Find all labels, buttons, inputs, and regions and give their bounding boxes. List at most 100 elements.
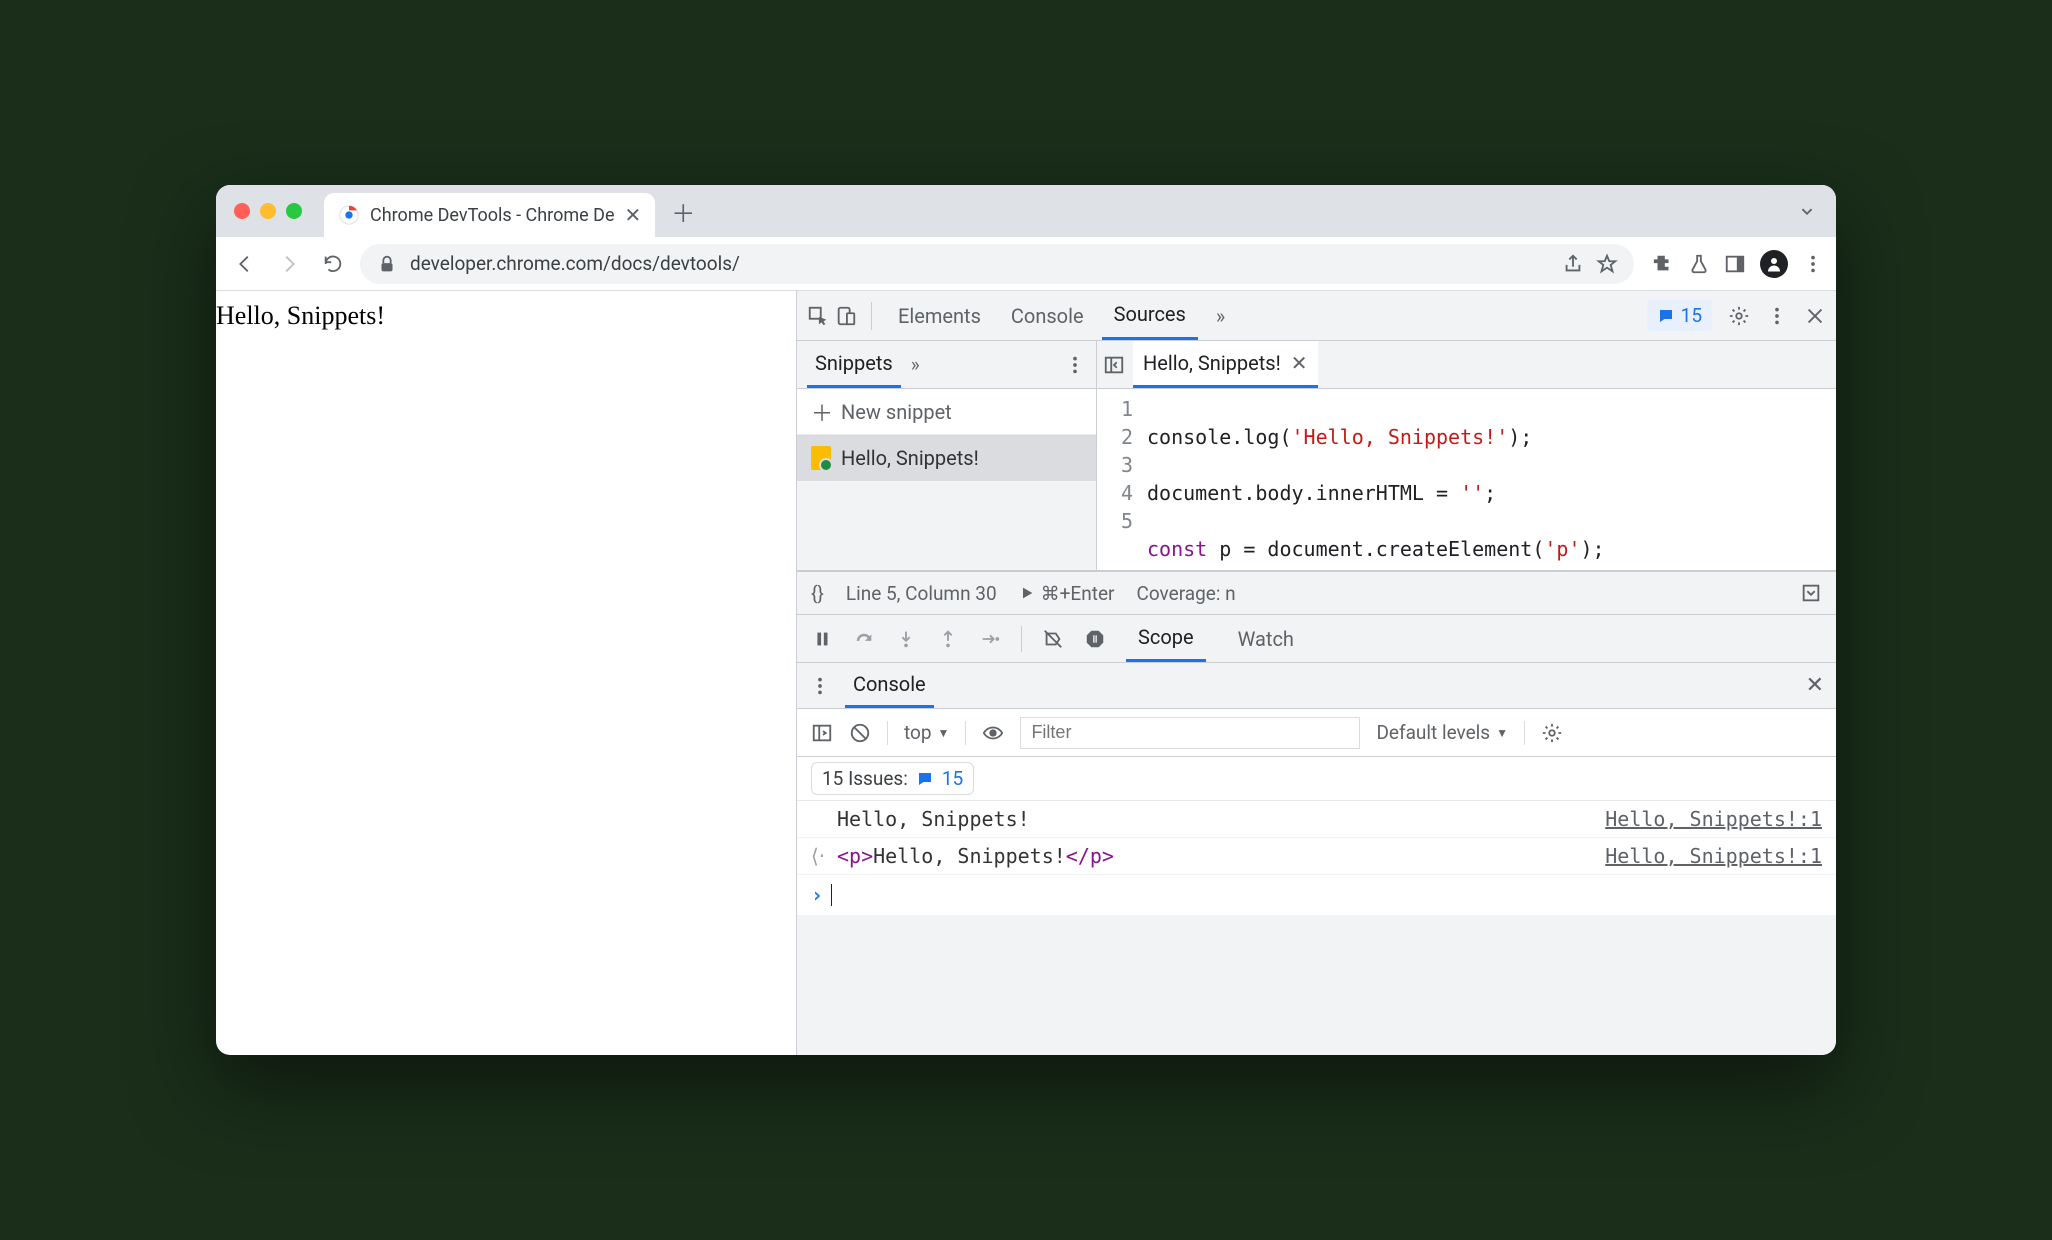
tab-sources[interactable]: Sources [1102,291,1198,340]
log-tag-open: <p> [837,844,873,868]
toggle-navigator-icon[interactable] [1103,354,1125,376]
share-icon[interactable] [1562,253,1584,275]
coverage-status[interactable]: Coverage: n [1136,582,1235,605]
clear-console-icon[interactable] [849,722,871,744]
devtools-tabbar: Elements Console Sources » 15 [797,291,1836,341]
reload-button[interactable] [316,247,350,281]
close-window-button[interactable] [234,203,250,219]
chat-icon [1657,307,1675,325]
navigator-tabs: Snippets » [797,341,1096,389]
console-filter-input[interactable] [1020,717,1360,749]
device-toggle-icon[interactable] [835,305,857,327]
deactivate-breakpoints-icon[interactable] [1042,628,1064,650]
forward-button[interactable] [272,247,306,281]
run-snippet-button[interactable]: ⌘+Enter [1019,582,1115,605]
rendered-page: Hello, Snippets! [216,291,796,1055]
settings-icon[interactable] [1728,305,1750,327]
navigator-overflow[interactable]: » [901,353,930,376]
step-out-icon[interactable] [937,628,959,650]
new-tab-button[interactable]: ＋ [671,194,695,229]
issues-count: 15 [1681,304,1702,327]
console-sidebar-icon[interactable] [811,722,833,744]
lock-icon [376,253,398,275]
back-button[interactable] [228,247,262,281]
console-body: Hello, Snippets! Hello, Snippets!:1 ⟨· <… [797,801,1836,915]
pretty-print-icon[interactable]: {} [811,582,824,605]
snippet-item[interactable]: Hello, Snippets! [797,435,1096,481]
devtools-panel: Elements Console Sources » 15 [796,291,1836,1055]
pause-exceptions-icon[interactable] [1084,628,1106,650]
live-expression-icon[interactable] [982,722,1004,744]
navigator-pane: Snippets » ＋ New snippet Hello, Snippets… [797,341,1097,570]
profile-avatar[interactable] [1760,250,1788,278]
console-settings-icon[interactable] [1541,722,1563,744]
snippet-file-icon [811,446,831,470]
debugger-toolbar: Scope Watch [797,615,1836,663]
extensions-icon[interactable] [1652,253,1674,275]
new-snippet-label: New snippet [841,400,952,424]
browser-tab[interactable]: Chrome DevTools - Chrome De ✕ [324,193,655,237]
toolbar-actions [1652,250,1824,278]
log-source-link[interactable]: Hello, Snippets!:1 [1605,844,1822,868]
issues-badge[interactable]: 15 [1647,300,1712,331]
minimize-window-button[interactable] [260,203,276,219]
editor-file-tab[interactable]: Hello, Snippets! ✕ [1133,341,1318,388]
step-icon[interactable] [979,628,1001,650]
tab-elements[interactable]: Elements [886,291,993,340]
tab-close-icon[interactable]: ✕ [625,203,642,227]
cursor-position: Line 5, Column 30 [846,582,997,605]
console-issues-row: 15 Issues: 15 [797,757,1836,801]
drawer-tab-console[interactable]: Console [845,663,934,708]
sources-pane: Snippets » ＋ New snippet Hello, Snippets… [797,341,1836,571]
line-gutter: 1 2 3 4 5 [1097,389,1141,570]
log-source-link[interactable]: Hello, Snippets!:1 [1605,807,1822,831]
editor-tab-close-icon[interactable]: ✕ [1291,351,1308,375]
sidepanel-icon[interactable] [1724,253,1746,275]
issues-pill[interactable]: 15 Issues: 15 [811,762,974,795]
bookmark-star-icon[interactable] [1596,253,1618,275]
chrome-icon [338,204,360,226]
editor-file-name: Hello, Snippets! [1143,351,1281,375]
address-bar[interactable]: developer.chrome.com/docs/devtools/ [360,244,1634,284]
tab-search-icon[interactable] [1796,200,1818,222]
devtools-close-icon[interactable] [1804,305,1826,327]
browser-window: Chrome DevTools - Chrome De ✕ ＋ develope… [216,185,1836,1055]
editor-tabs: Hello, Snippets! ✕ [1097,341,1836,389]
browser-menu-icon[interactable] [1802,253,1824,275]
tab-strip: Chrome DevTools - Chrome De ✕ ＋ [216,185,1836,237]
snippet-name: Hello, Snippets! [841,446,979,470]
code-editor[interactable]: 1 2 3 4 5 console.log('Hello, Snippets!'… [1097,389,1836,570]
log-levels-selector[interactable]: Default levels ▼ [1376,721,1508,744]
navigator-tab-snippets[interactable]: Snippets [807,341,901,388]
window-controls [234,203,302,219]
devtools-menu-icon[interactable] [1766,305,1788,327]
code-lines: console.log('Hello, Snippets!'); documen… [1141,389,1605,570]
drawer-menu-icon[interactable] [809,675,831,697]
labs-icon[interactable] [1688,253,1710,275]
dropdown-box-icon[interactable] [1800,582,1822,604]
watch-tab[interactable]: Watch [1226,615,1306,662]
pause-icon[interactable] [811,628,833,650]
browser-toolbar: developer.chrome.com/docs/devtools/ [216,237,1836,291]
log-text: Hello, Snippets! [837,807,1030,831]
fullscreen-window-button[interactable] [286,203,302,219]
log-tag-close: </p> [1066,844,1114,868]
inspect-icon[interactable] [807,305,829,327]
scope-tab[interactable]: Scope [1126,615,1206,662]
drawer-close-icon[interactable]: ✕ [1806,673,1824,698]
context-selector[interactable]: top ▼ [904,721,949,744]
drawer-tabs: Console ✕ [797,663,1836,709]
editor-pane: Hello, Snippets! ✕ 1 2 3 4 5 console.log… [1097,341,1836,570]
step-over-icon[interactable] [853,628,875,650]
navigator-menu-icon[interactable] [1064,354,1086,376]
step-into-icon[interactable] [895,628,917,650]
editor-status-bar: {} Line 5, Column 30 ⌘+Enter Coverage: n [797,571,1836,615]
console-log-line: Hello, Snippets! Hello, Snippets!:1 [797,801,1836,838]
tab-overflow[interactable]: » [1204,291,1237,340]
play-icon [1019,585,1035,601]
page-text: Hello, Snippets! [216,301,385,330]
new-snippet-button[interactable]: ＋ New snippet [797,389,1096,435]
console-prompt[interactable]: › [797,875,1836,915]
console-toolbar: top ▼ Default levels ▼ [797,709,1836,757]
tab-console[interactable]: Console [999,291,1096,340]
